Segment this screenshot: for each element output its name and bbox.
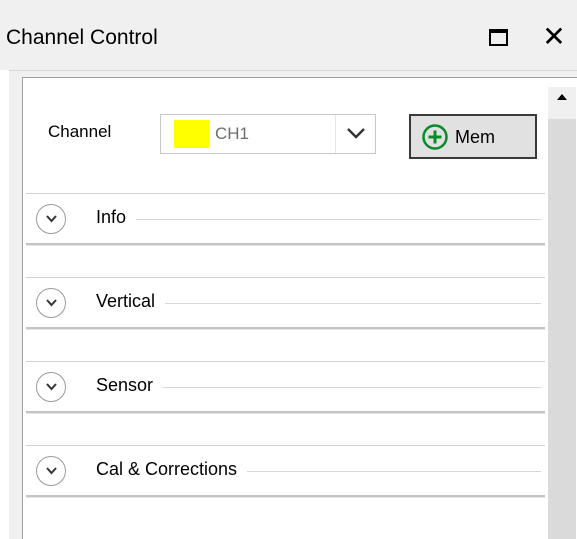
section-vertical[interactable]: Vertical <box>26 277 545 329</box>
expand-button[interactable] <box>36 288 66 318</box>
channel-label: Channel <box>48 122 112 141</box>
add-mem-button[interactable]: Mem <box>409 114 537 159</box>
section-label: Sensor <box>96 375 164 396</box>
channel-dropdown[interactable]: CH1 <box>160 114 376 154</box>
expand-button[interactable] <box>36 456 66 486</box>
vertical-scrollbar[interactable] <box>548 87 576 539</box>
expand-button[interactable] <box>36 204 66 234</box>
scroll-up-arrow-icon[interactable] <box>548 87 576 115</box>
maximize-icon <box>489 29 508 46</box>
section-divider <box>96 219 541 220</box>
mem-button-label: Mem <box>455 127 495 147</box>
close-icon[interactable]: ✕ <box>538 20 570 54</box>
scroll-track[interactable] <box>548 119 576 539</box>
maximize-button[interactable] <box>484 26 514 52</box>
channel-control-panel: Channel CH1 Mem Info Vertical Sensor Cal… <box>9 70 577 539</box>
channel-selected-value: CH1 <box>215 124 250 143</box>
plus-circle-icon <box>422 124 448 150</box>
section-cal-corrections[interactable]: Cal & Corrections <box>26 445 545 497</box>
window-title: Channel Control <box>6 26 158 49</box>
chevron-down-icon <box>46 467 57 475</box>
chevron-down-icon <box>347 128 365 139</box>
chevron-down-icon <box>46 215 57 223</box>
dropdown-divider <box>335 115 336 153</box>
section-label: Vertical <box>96 291 166 312</box>
section-info[interactable]: Info <box>26 193 545 245</box>
window-titlebar: Channel Control ✕ <box>0 0 577 70</box>
chevron-down-icon <box>46 299 57 307</box>
channel-color-swatch <box>174 120 209 148</box>
expand-button[interactable] <box>36 372 66 402</box>
chevron-down-icon <box>46 383 57 391</box>
panel-content: Channel CH1 Mem Info Vertical Sensor Cal… <box>22 77 577 539</box>
section-sensor[interactable]: Sensor <box>26 361 545 413</box>
section-label: Cal & Corrections <box>96 459 248 480</box>
section-label: Info <box>96 207 137 228</box>
